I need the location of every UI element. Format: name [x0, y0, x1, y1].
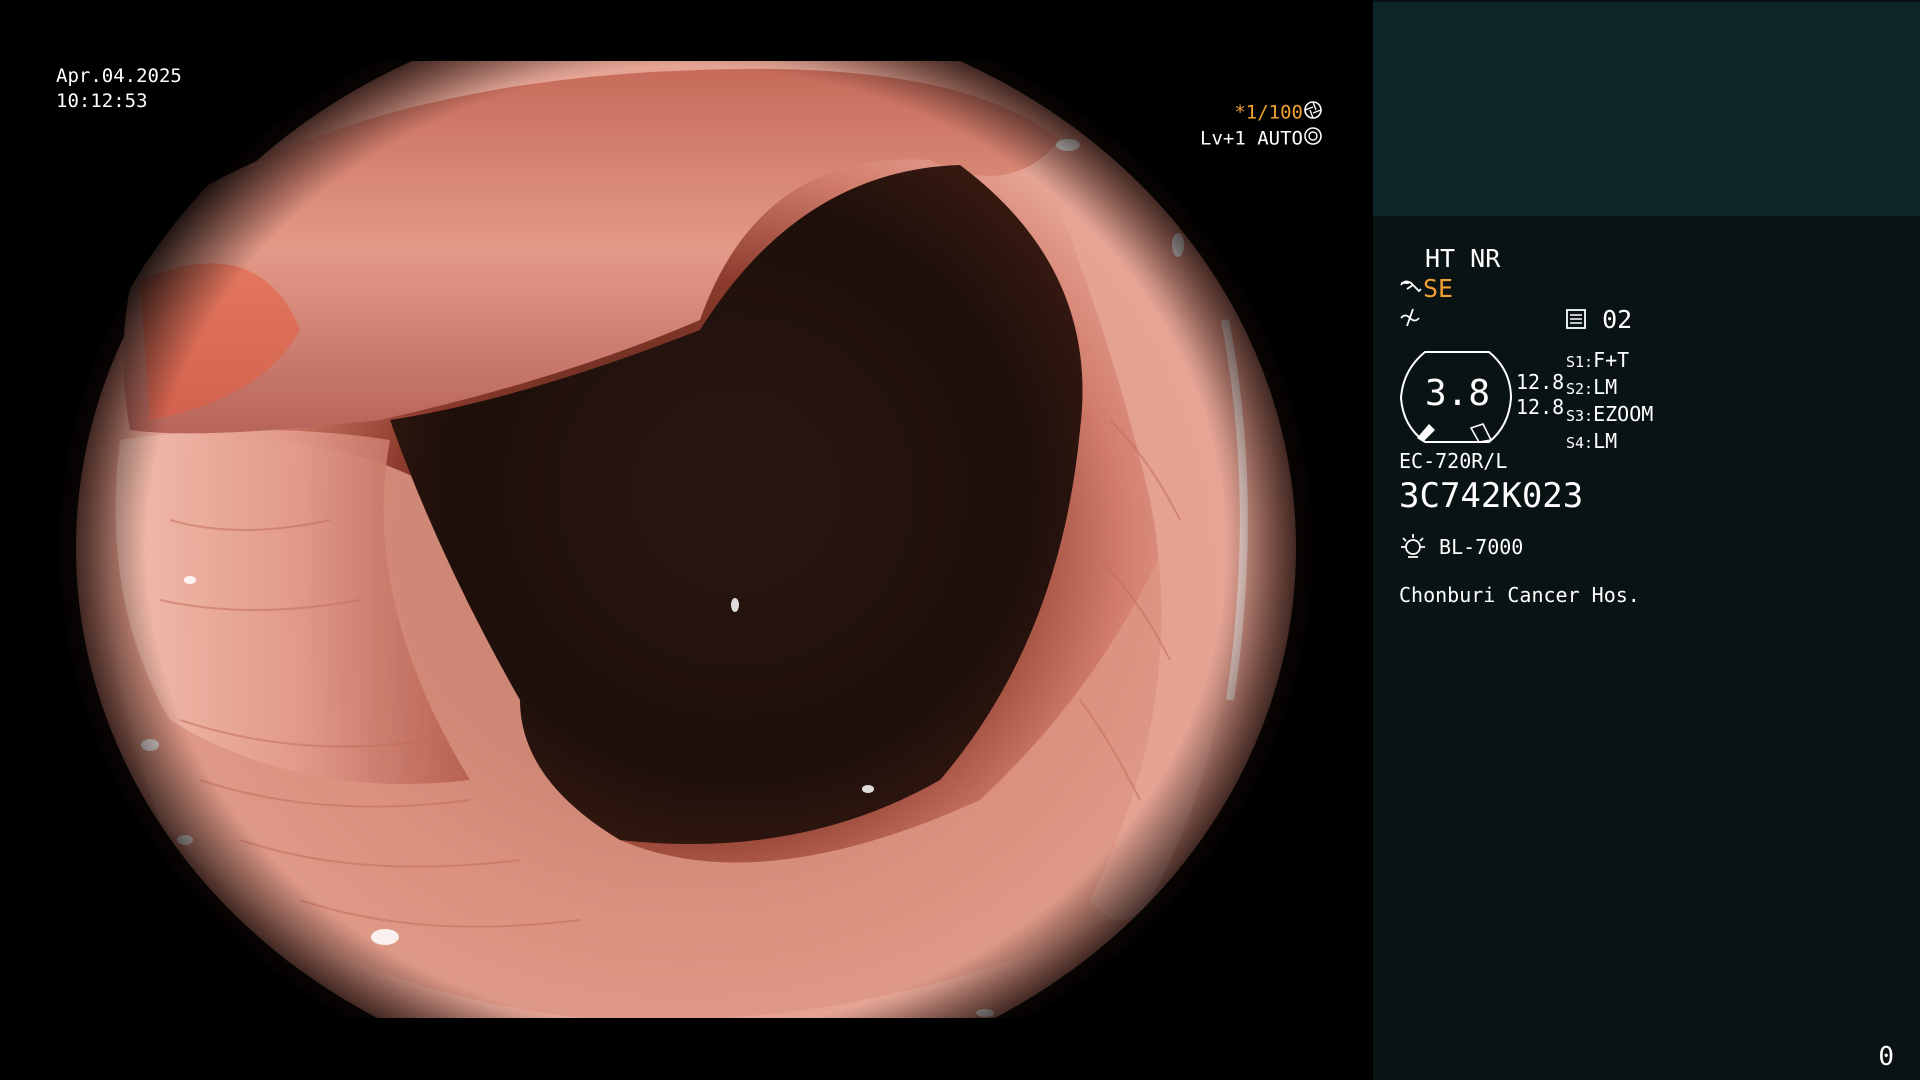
- time-text: 10:12:53: [56, 90, 148, 112]
- processing-settings: HT NR: [1425, 244, 1501, 273]
- date-text: Apr.04.2025: [56, 65, 182, 87]
- switch-key: S2:: [1566, 380, 1594, 398]
- color-enhancement-icon: [1399, 306, 1421, 334]
- color-enhancement-row: [1399, 305, 1421, 334]
- mm-value: 12.8: [1516, 370, 1565, 394]
- switch-key: S1:: [1566, 353, 1594, 371]
- shutter-speed: *1/100: [1234, 101, 1303, 124]
- light-source-model: BL-7000: [1439, 535, 1524, 559]
- iris-icon: [1303, 126, 1323, 152]
- panel-header-area: [1373, 2, 1920, 216]
- switch-value: LM: [1593, 375, 1618, 399]
- exposure-row: Lv+1 AUTO: [1200, 126, 1323, 152]
- structure-enhancement-label: SE: [1423, 274, 1454, 303]
- switch-row: S3:EZOOM: [1566, 402, 1653, 429]
- switch-assignments: S1:F+T S2:LM S3:EZOOM S4:LM: [1566, 348, 1653, 456]
- mm-values: 12.8 12.8: [1516, 370, 1564, 420]
- gauge-value: 3.8: [1425, 373, 1491, 414]
- shutter-row: *1/100: [1200, 100, 1323, 126]
- structure-enhancement-row: SE: [1399, 274, 1453, 305]
- memory-card-icon: [1565, 307, 1587, 336]
- scope-serial: 3C742K023: [1399, 476, 1584, 516]
- frame-counter: 0: [1878, 1042, 1894, 1072]
- light-source-row: BL-7000: [1399, 532, 1523, 565]
- switch-key: S4:: [1566, 434, 1594, 452]
- info-panel: HT NR SE 02 3.8 12.8 12.8 S1:F+T S2:LM S…: [1373, 0, 1920, 1080]
- exposure-info: *1/100 Lv+1 AUTO: [1200, 100, 1323, 152]
- endoscopic-image: [50, 61, 1320, 1018]
- memory-row: 02: [1565, 305, 1632, 336]
- hospital-name: Chonburi Cancer Hos.: [1399, 583, 1640, 607]
- mm-value: 12.8: [1516, 395, 1565, 419]
- switch-row: S1:F+T: [1566, 348, 1653, 375]
- endoscope-image-viewport: Apr.04.2025 10:12:53 *1/100 Lv+1 AUTO: [0, 0, 1373, 1080]
- enhancement-icon: [1399, 276, 1423, 305]
- switch-row: S2:LM: [1566, 375, 1653, 402]
- switch-row: S4:LM: [1566, 429, 1653, 456]
- scope-model: EC-720R/L: [1399, 449, 1508, 473]
- aperture-icon: [1303, 100, 1323, 126]
- exposure-level: Lv+1 AUTO: [1200, 127, 1303, 150]
- switch-value: EZOOM: [1593, 402, 1654, 426]
- switch-key: S3:: [1566, 407, 1594, 425]
- light-source-icon: [1399, 532, 1427, 565]
- timestamp: Apr.04.2025 10:12:53: [56, 64, 182, 114]
- switch-value: F+T: [1593, 348, 1630, 372]
- switch-value: LM: [1593, 429, 1618, 453]
- memory-slot: 02: [1602, 305, 1633, 334]
